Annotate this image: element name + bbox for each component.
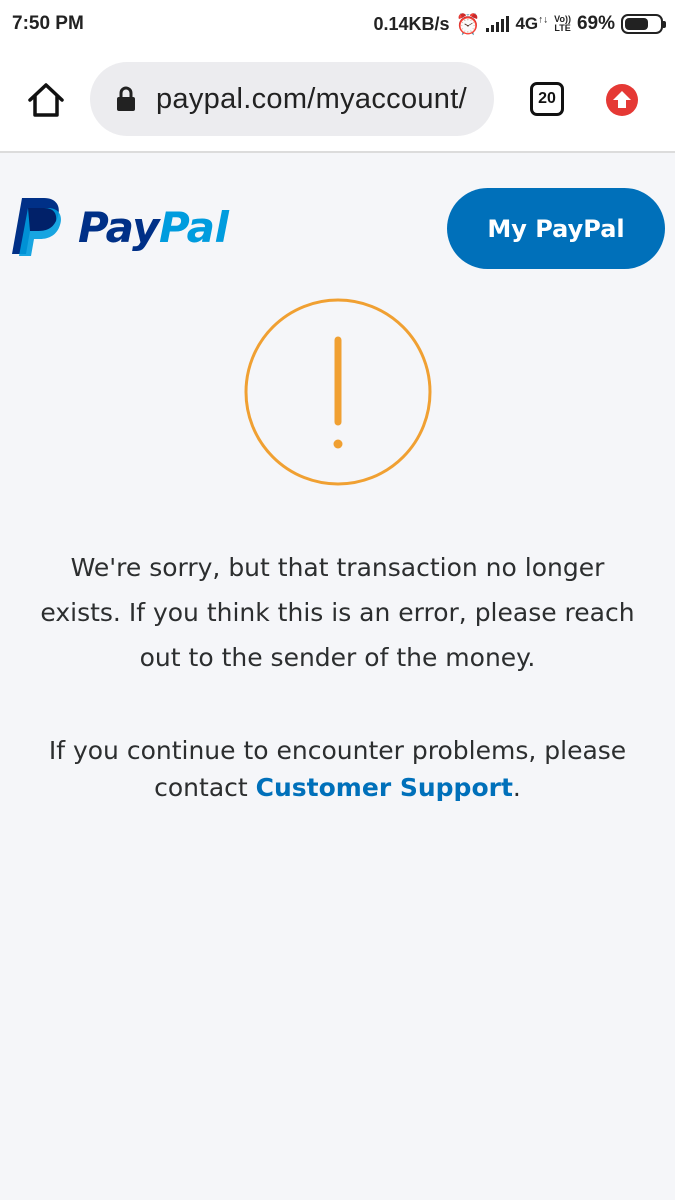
warning-icon (244, 298, 432, 486)
update-icon[interactable] (605, 83, 639, 117)
url-text: paypal.com/myaccount/ (156, 82, 467, 115)
contact-message: If you continue to encounter problems, p… (30, 732, 645, 806)
alarm-icon: ⏰ (455, 13, 481, 36)
tab-switcher-button[interactable]: 20 (530, 82, 564, 116)
paypal-p-icon (12, 198, 61, 256)
paypal-wordmark: PayPal (78, 202, 229, 252)
contact-suffix: . (512, 773, 521, 802)
paypal-logo[interactable]: PayPal (8, 195, 229, 259)
signal-icon (486, 16, 510, 32)
battery-icon (621, 14, 666, 34)
my-paypal-button[interactable]: My PayPal (447, 188, 665, 269)
error-message: We're sorry, but that transaction no lon… (40, 553, 635, 672)
status-bar: 7:50 PM 0.14KB/s ⏰ 4G↑↓ Vo)) LTE 69% (0, 0, 675, 48)
customer-support-link[interactable]: Customer Support (256, 773, 513, 802)
lock-icon (117, 86, 135, 111)
status-time: 7:50 PM (12, 13, 84, 34)
network-speed: 0.14KB/s (373, 13, 450, 34)
battery-percent: 69% (576, 13, 615, 34)
volte-icon: Vo)) LTE (554, 14, 571, 33)
browser-toolbar: paypal.com/myaccount/ 20 (0, 48, 675, 153)
network-type: 4G↑↓ (515, 14, 549, 33)
address-bar[interactable]: paypal.com/myaccount/ (90, 62, 494, 136)
home-icon[interactable] (26, 80, 66, 120)
status-indicators: 0.14KB/s ⏰ 4G↑↓ Vo)) LTE 69% (373, 12, 666, 37)
